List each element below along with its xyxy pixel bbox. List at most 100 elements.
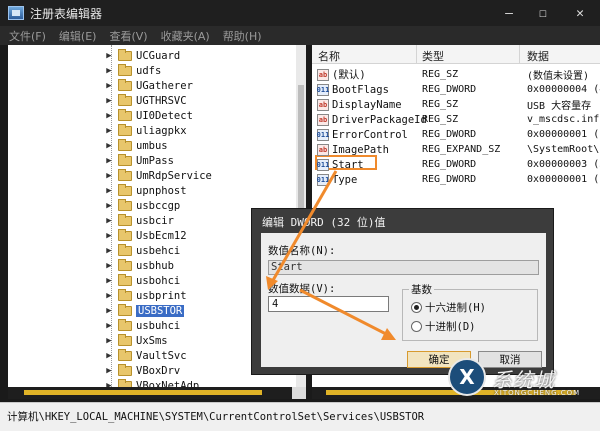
value-row[interactable]: ab DriverPackageId REG_SZ v_mscdsc.inf [312, 112, 600, 127]
tree-item[interactable]: ▶ udfs [104, 63, 161, 78]
tree-item[interactable]: ▶ UGTHRSVC [104, 93, 187, 108]
value-name: BootFlags [332, 83, 389, 96]
radio-dec-label: 十进制(D) [425, 321, 476, 333]
value-row[interactable]: ab DisplayName REG_SZ USB 大容量存 [312, 97, 600, 112]
tree-item[interactable]: ▶ usbehci [104, 243, 180, 258]
radio-dec-circle[interactable] [411, 321, 422, 332]
tree-item[interactable]: ▶ UCGuard [104, 48, 180, 63]
value-data-input[interactable]: 4 [268, 296, 389, 312]
tree-item-label: usbhub [136, 259, 174, 272]
expand-arrow-icon[interactable]: ▶ [104, 306, 114, 316]
radio-hex-circle[interactable] [411, 302, 422, 313]
expand-arrow-icon[interactable]: ▶ [104, 66, 114, 76]
tree-item[interactable]: ▶ VBoxDrv [104, 363, 180, 378]
radio-dec[interactable]: 十进制(D) [411, 319, 475, 334]
tree-item[interactable]: ▶ USBSTOR [104, 303, 185, 318]
close-button[interactable]: ✕ [560, 0, 600, 26]
tree-item[interactable]: ▶ UGatherer [104, 78, 193, 93]
tree-item[interactable]: ▶ VBoxNetAdp [104, 378, 199, 387]
tree-item[interactable]: ▶ UmPass [104, 153, 174, 168]
expand-arrow-icon[interactable]: ▶ [104, 111, 114, 121]
maximize-button[interactable]: ☐ [526, 0, 560, 26]
expand-arrow-icon[interactable]: ▶ [104, 216, 114, 226]
menu-favorites[interactable]: 收藏夹(A) [161, 28, 210, 44]
string-value-icon: ab [317, 113, 329, 126]
folder-icon [118, 48, 132, 61]
tree-item[interactable]: ▶ UsbEcm12 [104, 228, 187, 243]
value-row[interactable]: 011 ErrorControl REG_DWORD 0x00000001 (1 [312, 127, 600, 142]
expand-arrow-icon[interactable]: ▶ [104, 351, 114, 361]
expand-arrow-icon[interactable]: ▶ [104, 366, 114, 376]
folder-icon [118, 273, 132, 286]
menu-edit[interactable]: 编辑(E) [59, 28, 97, 44]
minimize-button[interactable]: — [492, 0, 526, 26]
value-data: \SystemRoot\ [527, 144, 600, 155]
tree-item[interactable]: ▶ usbohci [104, 273, 180, 288]
value-name: DisplayName [332, 98, 402, 111]
value-type: REG_DWORD [422, 159, 477, 170]
column-data[interactable]: 数据 [527, 48, 549, 64]
edit-dword-dialog: 编辑 DWORD (32 位)值 数值名称(N): Start 数值数据(V):… [251, 208, 554, 375]
folder-icon [118, 288, 132, 301]
expand-arrow-icon[interactable]: ▶ [104, 141, 114, 151]
value-row[interactable]: ab (默认) REG_SZ (数值未设置) [312, 67, 600, 82]
expand-arrow-icon[interactable]: ▶ [104, 261, 114, 271]
value-data: (数值未设置) [527, 71, 590, 82]
tree-item[interactable]: ▶ umbus [104, 138, 168, 153]
column-divider[interactable] [519, 45, 520, 64]
value-row[interactable]: 011 BootFlags REG_DWORD 0x00000004 (4 [312, 82, 600, 97]
tree-item[interactable]: ▶ usbccgp [104, 198, 180, 213]
menu-file[interactable]: 文件(F) [9, 28, 46, 44]
radio-hex[interactable]: 十六进制(H) [411, 300, 486, 315]
menu-view[interactable]: 查看(V) [109, 28, 147, 44]
string-value-icon: ab [317, 143, 329, 156]
tree-item-label: usbuhci [136, 319, 181, 332]
value-data-label: 数值数据(V): [268, 283, 336, 295]
expand-arrow-icon[interactable]: ▶ [104, 96, 114, 106]
expand-arrow-icon[interactable]: ▶ [104, 231, 114, 241]
column-name[interactable]: 名称 [318, 48, 340, 64]
tree-item[interactable]: ▶ upnphost [104, 183, 187, 198]
tree-item[interactable]: ▶ VaultSvc [104, 348, 187, 363]
expand-arrow-icon[interactable]: ▶ [104, 81, 114, 91]
tree-item[interactable]: ▶ usbcir [104, 213, 174, 228]
expand-arrow-icon[interactable]: ▶ [104, 291, 114, 301]
expand-arrow-icon[interactable]: ▶ [104, 126, 114, 136]
tree-item[interactable]: ▶ UI0Detect [104, 108, 193, 123]
expand-arrow-icon[interactable]: ▶ [104, 186, 114, 196]
tree-horizontal-scrollbar[interactable] [8, 387, 306, 399]
folder-icon [118, 258, 132, 271]
expand-arrow-icon[interactable]: ▶ [104, 246, 114, 256]
menu-help[interactable]: 帮助(H) [223, 28, 262, 44]
folder-icon [118, 108, 132, 121]
folder-icon [118, 168, 132, 181]
expand-arrow-icon[interactable]: ▶ [104, 336, 114, 346]
value-type: REG_DWORD [422, 174, 477, 185]
value-name-label: 数值名称(N): [268, 245, 336, 257]
value-data: 0x00000004 (4 [527, 84, 600, 95]
value-row[interactable]: 011 Start REG_DWORD 0x00000003 (3 [312, 157, 600, 172]
value-row[interactable]: ab ImagePath REG_EXPAND_SZ \SystemRoot\ [312, 142, 600, 157]
tree-item[interactable]: ▶ UmRdpService [104, 168, 212, 183]
tree-item-label: udfs [136, 64, 162, 77]
value-data: 0x00000003 (3 [527, 159, 600, 170]
column-type[interactable]: 类型 [422, 48, 444, 64]
expand-arrow-icon[interactable]: ▶ [104, 201, 114, 211]
tree-item-label: UGatherer [136, 79, 193, 92]
column-divider[interactable] [416, 45, 417, 64]
tree-item[interactable]: ▶ UxSms [104, 333, 168, 348]
tree-hscroll-thumb[interactable] [24, 390, 262, 395]
tree-item[interactable]: ▶ uliagpkx [104, 123, 187, 138]
expand-arrow-icon[interactable]: ▶ [104, 321, 114, 331]
folder-icon [118, 303, 132, 316]
tree-item[interactable]: ▶ usbprint [104, 288, 187, 303]
tree-item[interactable]: ▶ usbuhci [104, 318, 180, 333]
tree-item-label: UmPass [136, 154, 174, 167]
value-row[interactable]: 011 Type REG_DWORD 0x00000001 (1 [312, 172, 600, 187]
expand-arrow-icon[interactable]: ▶ [104, 51, 114, 61]
expand-arrow-icon[interactable]: ▶ [104, 156, 114, 166]
tree-item[interactable]: ▶ usbhub [104, 258, 174, 273]
expand-arrow-icon[interactable]: ▶ [104, 171, 114, 181]
string-value-icon: ab [317, 98, 329, 111]
expand-arrow-icon[interactable]: ▶ [104, 276, 114, 286]
